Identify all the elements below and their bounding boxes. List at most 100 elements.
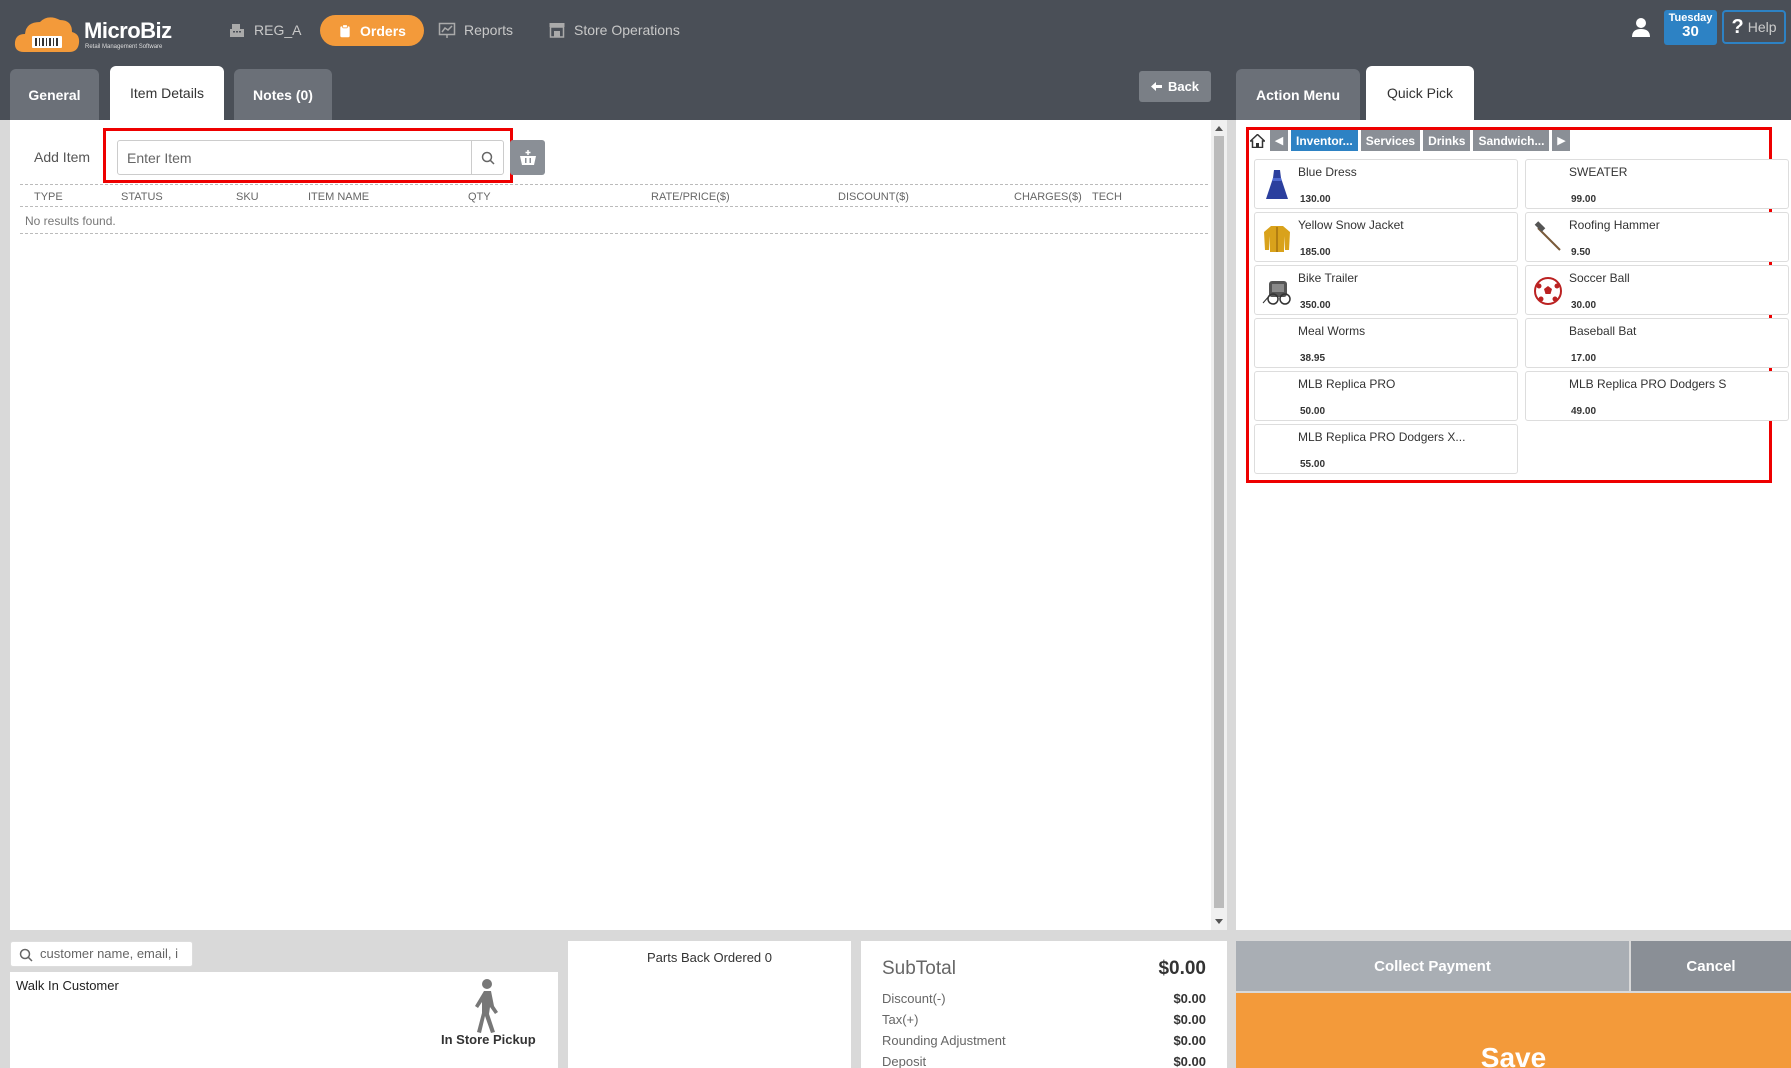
quick-pick-item[interactable]: MLB Replica PRO Dodgers S 49.00 — [1525, 371, 1789, 421]
quick-pick-category-bar: ◀ Inventor... Services Drinks Sandwich..… — [1248, 130, 1571, 151]
quick-pick-item-price: 30.00 — [1571, 300, 1597, 311]
clipboard-icon — [340, 23, 350, 37]
quick-pick-item-price: 185.00 — [1300, 247, 1331, 258]
scroll-thumb[interactable] — [1214, 136, 1224, 908]
quick-pick-item[interactable]: MLB Replica PRO Dodgers X... 55.00 — [1254, 424, 1518, 474]
soccer-ball-icon — [1534, 277, 1562, 305]
quick-pick-item-price: 99.00 — [1571, 194, 1597, 205]
walking-person-icon[interactable] — [472, 978, 502, 1034]
empty-state-text: No results found. — [25, 214, 116, 228]
item-search-button[interactable] — [471, 141, 503, 174]
quick-pick-item[interactable]: Meal Worms 38.95 — [1254, 318, 1518, 368]
col-discount: DISCOUNT($) — [838, 191, 909, 203]
vertical-scrollbar[interactable] — [1211, 120, 1227, 930]
scroll-down-icon[interactable] — [1215, 919, 1223, 924]
hammer-icon — [1534, 221, 1561, 251]
items-table-header: TYPE STATUS SKU ITEM NAME QTY RATE/PRICE… — [20, 184, 1208, 207]
quick-pick-item-name: Soccer Ball — [1569, 271, 1630, 285]
col-rate-price: RATE/PRICE($) — [651, 191, 730, 203]
quick-pick-item[interactable]: Blue Dress 130.00 — [1254, 159, 1518, 209]
nav-register[interactable]: REG_A — [228, 15, 301, 45]
category-services[interactable]: Services — [1360, 130, 1421, 151]
quick-pick-item-name: Roofing Hammer — [1569, 218, 1660, 232]
quick-pick-item-price: 49.00 — [1571, 406, 1597, 417]
quick-pick-item[interactable]: MLB Replica PRO 50.00 — [1254, 371, 1518, 421]
subtotal-row: SubTotal $0.00 — [882, 958, 1206, 980]
scroll-up-icon[interactable] — [1215, 126, 1223, 131]
nav-orders-label: Orders — [360, 22, 406, 39]
item-search-field[interactable] — [117, 140, 504, 175]
quick-pick-item-name: Blue Dress — [1298, 165, 1357, 179]
customer-name: Walk In Customer — [16, 978, 119, 993]
search-icon — [19, 948, 33, 962]
tax-row: Tax(+) $0.00 — [882, 1012, 1206, 1027]
col-status: STATUS — [121, 191, 163, 203]
col-charges: CHARGES($) — [1014, 191, 1082, 203]
quick-pick-item[interactable]: Soccer Ball 30.00 — [1525, 265, 1789, 315]
category-sandwich[interactable]: Sandwich... — [1473, 130, 1550, 151]
category-next-button[interactable]: ▶ — [1552, 130, 1571, 151]
cancel-label: Cancel — [1686, 957, 1736, 975]
quick-pick-item[interactable]: Baseball Bat 17.00 — [1525, 318, 1789, 368]
rounding-value: $0.00 — [1173, 1033, 1206, 1048]
quick-pick-item[interactable]: Bike Trailer 350.00 — [1254, 265, 1518, 315]
category-prev-button[interactable]: ◀ — [1270, 130, 1288, 151]
tax-value: $0.00 — [1173, 1012, 1206, 1027]
quick-pick-item-price: 38.95 — [1300, 353, 1326, 364]
in-store-pickup-label[interactable]: In Store Pickup — [441, 1032, 536, 1047]
tab-quick-pick[interactable]: Quick Pick — [1366, 66, 1474, 120]
nav-orders[interactable]: Orders — [320, 15, 424, 46]
item-details-panel: Add Item TYPE STATUS SKU ITEM NAME QTY R… — [10, 120, 1227, 930]
top-bar: MicroBiz Retail Management Software REG_… — [0, 0, 1791, 120]
collect-payment-label: Collect Payment — [1374, 957, 1491, 975]
tab-general[interactable]: General — [10, 69, 99, 120]
item-search-input[interactable] — [118, 141, 463, 174]
quick-pick-item-name: MLB Replica PRO Dodgers X... — [1298, 430, 1466, 444]
quick-pick-item-name: Bike Trailer — [1298, 271, 1359, 285]
customer-search-field[interactable] — [10, 941, 193, 967]
cloud-barcode-icon — [14, 17, 80, 52]
tab-item-details-label: Item Details — [130, 85, 204, 101]
quick-pick-item-name: SWEATER — [1569, 165, 1628, 179]
tab-item-details[interactable]: Item Details — [110, 66, 224, 120]
help-button[interactable]: ? Help — [1722, 10, 1786, 44]
nav-store-operations[interactable]: Store Operations — [548, 15, 680, 45]
cancel-button[interactable]: Cancel — [1631, 941, 1791, 991]
microbiz-logo[interactable]: MicroBiz Retail Management Software — [14, 14, 184, 54]
customer-search-input[interactable] — [40, 946, 190, 961]
tax-label: Tax(+) — [882, 1012, 919, 1027]
user-icon[interactable] — [1630, 16, 1652, 38]
tab-general-label: General — [28, 86, 81, 103]
discount-row: Discount(-) $0.00 — [882, 991, 1206, 1006]
bike-trailer-icon — [1262, 281, 1291, 305]
subtotal-label: SubTotal — [882, 958, 956, 979]
collect-payment-button[interactable]: Collect Payment — [1236, 941, 1629, 991]
back-button[interactable]: Back — [1139, 71, 1211, 102]
quick-pick-item-price: 55.00 — [1300, 459, 1326, 470]
nav-reports[interactable]: Reports — [438, 15, 513, 45]
tab-action-menu[interactable]: Action Menu — [1236, 69, 1360, 120]
question-icon: ? — [1731, 15, 1744, 38]
category-drinks[interactable]: Drinks — [1423, 130, 1471, 151]
quick-pick-item-name: MLB Replica PRO Dodgers S — [1569, 377, 1727, 391]
category-inventory[interactable]: Inventor... — [1291, 130, 1358, 151]
discount-value: $0.00 — [1173, 991, 1206, 1006]
deposit-value: $0.00 — [1173, 1054, 1206, 1068]
nav-store-operations-label: Store Operations — [574, 22, 680, 38]
home-icon[interactable] — [1248, 130, 1267, 151]
quick-pick-item-price: 350.00 — [1300, 300, 1331, 311]
quick-pick-item[interactable]: Roofing Hammer 9.50 — [1525, 212, 1789, 262]
divider — [20, 233, 1208, 234]
discount-label: Discount(-) — [882, 991, 946, 1006]
col-item-name: ITEM NAME — [308, 191, 370, 203]
tab-action-menu-label: Action Menu — [1256, 86, 1340, 103]
quick-pick-item[interactable]: SWEATER 99.00 — [1525, 159, 1789, 209]
add-to-basket-button[interactable] — [510, 140, 545, 175]
quick-pick-item-price: 130.00 — [1300, 194, 1331, 205]
chart-board-icon — [438, 22, 456, 38]
arrow-left-icon — [1150, 82, 1162, 91]
tab-notes[interactable]: Notes (0) — [234, 69, 332, 120]
parts-back-ordered-panel: Parts Back Ordered 0 — [568, 941, 851, 1068]
save-button[interactable]: Save — [1236, 993, 1791, 1068]
quick-pick-item[interactable]: Yellow Snow Jacket 185.00 — [1254, 212, 1518, 262]
